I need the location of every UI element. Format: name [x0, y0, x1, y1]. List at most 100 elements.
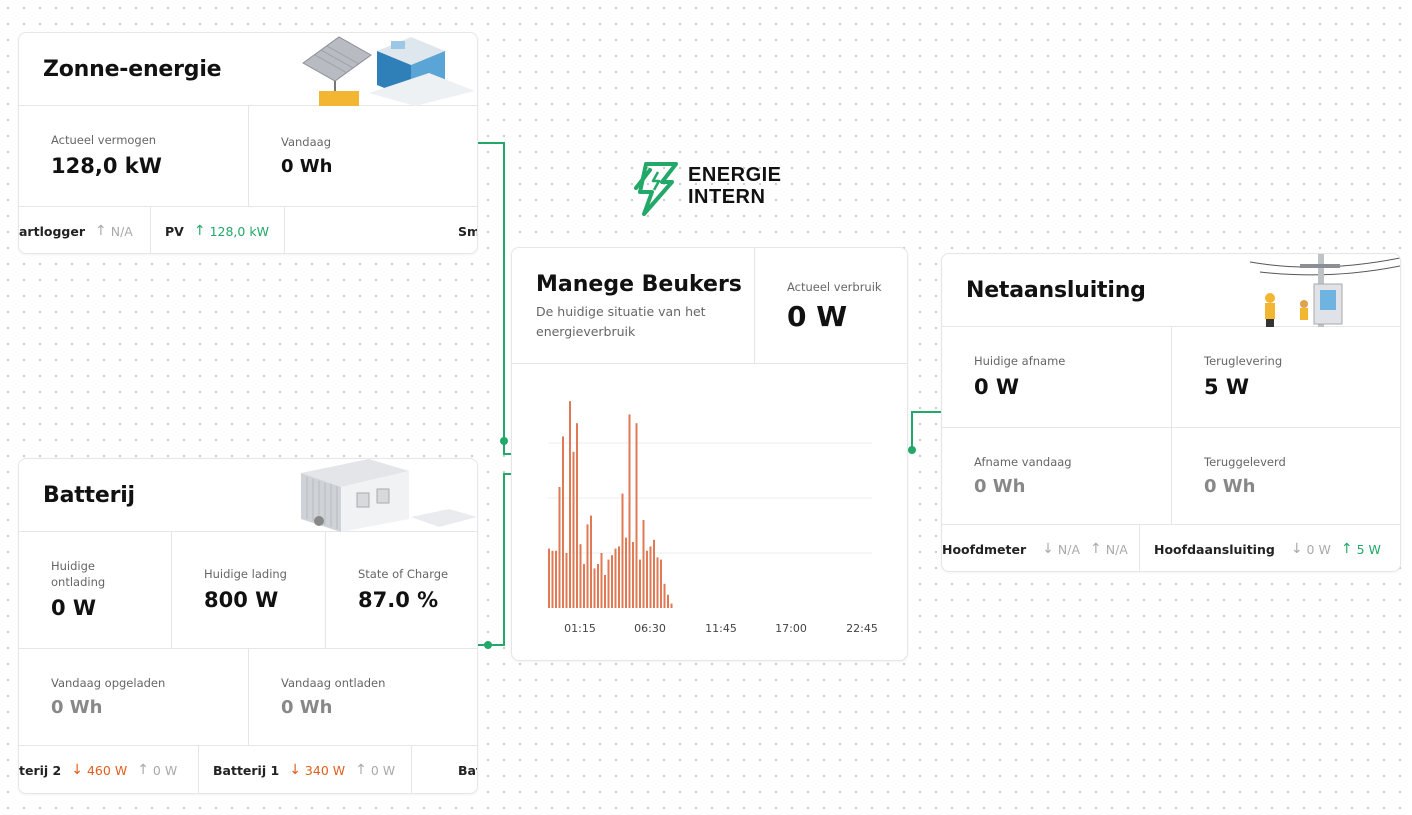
stat-value: 128,0 kW [51, 154, 162, 178]
grid-meter-strip[interactable]: Hoofdmeter ↓ N/A ↑ N/A Hoofdaansluiting ↓ 0… [942, 525, 1400, 571]
stat-value: 5 W [1204, 375, 1250, 399]
chart-bar [572, 451, 575, 608]
battery-source-strip[interactable]: terij 2 ↓ 460 W ↑ 0 W Batterij 1 ↓ 340 W ↑ 0… [19, 746, 477, 793]
source-down-value: 460 W [86, 762, 128, 778]
usage-value: 0 W [787, 300, 848, 333]
chart-bar [625, 537, 627, 608]
stat-value: 0 Wh [281, 156, 333, 177]
stat-label: Vandaag ontladen [281, 676, 386, 690]
connector-solar-v [503, 142, 505, 455]
brand-line2: INTERN [688, 186, 766, 208]
source-up-value: 0 W [370, 762, 396, 778]
stat-label: Teruggeleverd [1204, 455, 1286, 469]
chart-bar [670, 603, 673, 608]
battery-card-header: Batterij [19, 459, 477, 532]
source-item[interactable]: artlogger ↑ N/A [19, 207, 151, 253]
stat-value: 87.0 % [358, 588, 439, 612]
source-up-value: 0 W [152, 762, 178, 778]
chart-bar [663, 583, 666, 608]
chart-bar [576, 423, 578, 608]
chart-bar [642, 520, 645, 608]
battery-stats-bottom: Vandaag opgeladen 0 Wh Vandaag ontladen … [19, 649, 477, 746]
source-item[interactable]: Bat [444, 746, 477, 793]
chart-bar [607, 559, 610, 608]
solar-source-strip[interactable]: artlogger ↑ N/A PV ↑ 128,0 kW Sm [19, 207, 478, 253]
source-down-value: 340 W [304, 762, 346, 778]
connector-dot [500, 437, 508, 445]
arrow-up-icon: ↑ [137, 762, 149, 778]
arrow-down-icon: ↓ [71, 762, 83, 778]
meter-item[interactable]: Hoofdaansluiting ↓ 0 W ↑ 5 W [1140, 525, 1400, 571]
chart-bar [565, 553, 568, 608]
site-title: Manege Beukers [536, 272, 742, 297]
arrow-down-icon: ↓ [289, 762, 301, 778]
connector-dot [908, 446, 916, 454]
chart-bar [586, 524, 589, 608]
meter-up-value: N/A [1105, 541, 1128, 557]
grid-connection-card[interactable]: Netaansluiting Huidige afname 0 W Terugl… [941, 253, 1401, 572]
usage-label: Actueel verbruik [787, 280, 882, 294]
stat-value: 800 W [204, 588, 279, 612]
grid-stat-draw-today: Afname vandaag 0 Wh [942, 428, 1172, 524]
chart-bar [590, 515, 592, 608]
battery-stats-top: Huidige ontlading 0 W Huidige lading 800… [19, 532, 477, 649]
site-overview-header: Manege Beukers De huidige situatie van h… [512, 248, 907, 364]
grid-title: Netaansluiting [966, 278, 1146, 303]
chart-bar [548, 548, 550, 608]
chart-bar [600, 553, 603, 608]
connector-battery-in [503, 473, 511, 475]
chart-bar [597, 564, 599, 608]
stat-value: 0 Wh [1204, 476, 1256, 497]
grid-stat-current-draw: Huidige afname 0 W [942, 327, 1172, 427]
source-item[interactable]: terij 2 ↓ 460 W ↑ 0 W [19, 746, 199, 793]
site-subtitle: De huidige situatie van het energieverbr… [536, 304, 706, 339]
connector-battery-v [503, 473, 505, 646]
arrow-up-icon: ↑ [193, 223, 206, 239]
chart-bar [583, 564, 585, 608]
connector-solar-in [503, 453, 511, 455]
chart-bar [646, 550, 648, 608]
source-name: Sm [458, 223, 478, 239]
source-item[interactable]: Sm [444, 207, 478, 253]
chart-bar [635, 423, 638, 608]
stat-label: State of Charge [358, 567, 449, 581]
chart-bar [656, 557, 659, 608]
grid-stat-feed-in: Teruglevering 5 W [1172, 327, 1400, 427]
chart-x-tick-label: 17:00 [775, 622, 807, 635]
source-value: 128,0 kW [209, 223, 269, 239]
battery-stat-discharged-today: Vandaag ontladen 0 Wh [249, 649, 477, 745]
source-name: PV [165, 223, 184, 239]
grid-card-header: Netaansluiting [942, 254, 1400, 327]
battery-container-illustration [301, 459, 477, 532]
stat-value: 0 Wh [974, 476, 1026, 497]
stat-label: Huidige ontlading [51, 559, 106, 589]
solar-stat-today: Vandaag 0 Wh [249, 106, 477, 206]
chart-bar [611, 555, 613, 608]
usage-panel: Actueel verbruik 0 W [754, 248, 907, 363]
chart-bar [593, 568, 596, 608]
source-item[interactable]: PV ↑ 128,0 kW [151, 207, 285, 253]
chart-bar [562, 436, 564, 608]
chart-bar [604, 575, 606, 608]
meter-item[interactable]: Hoofdmeter ↓ N/A ↑ N/A [942, 525, 1140, 571]
solar-card[interactable]: Zonne-energie Actueel vermogen 128,0 kW … [18, 32, 478, 254]
chart-bar [555, 550, 557, 608]
stat-label: Afname vandaag [974, 455, 1072, 469]
chart-bar [632, 542, 634, 608]
brand-logo: ENERGIE INTERN [632, 160, 792, 216]
meter-name: Hoofdmeter [942, 541, 1027, 557]
battery-stat-charged-today: Vandaag opgeladen 0 Wh [19, 649, 249, 745]
connector-solar-h [478, 142, 505, 144]
site-overview-card[interactable]: Manege Beukers De huidige situatie van h… [511, 247, 908, 661]
stat-label: Actueel vermogen [51, 133, 157, 147]
solar-stats: Actueel vermogen 128,0 kW Vandaag 0 Wh [19, 106, 477, 207]
source-item[interactable]: Batterij 1 ↓ 340 W ↑ 0 W [199, 746, 412, 793]
power-pole-illustration [1250, 254, 1400, 327]
source-name: artlogger [19, 223, 85, 239]
battery-card[interactable]: Batterij Huidige ontlading 0 W Huidige l… [18, 458, 478, 794]
chart-bar [618, 546, 620, 608]
solar-panel-illustration [302, 36, 475, 106]
usage-bar-chart: 01:15 06:30 11:45 17:00 22:45 [548, 401, 878, 635]
battery-stat-charge: Huidige lading 800 W [172, 532, 326, 648]
battery-stat-discharge: Huidige ontlading 0 W [19, 532, 172, 648]
